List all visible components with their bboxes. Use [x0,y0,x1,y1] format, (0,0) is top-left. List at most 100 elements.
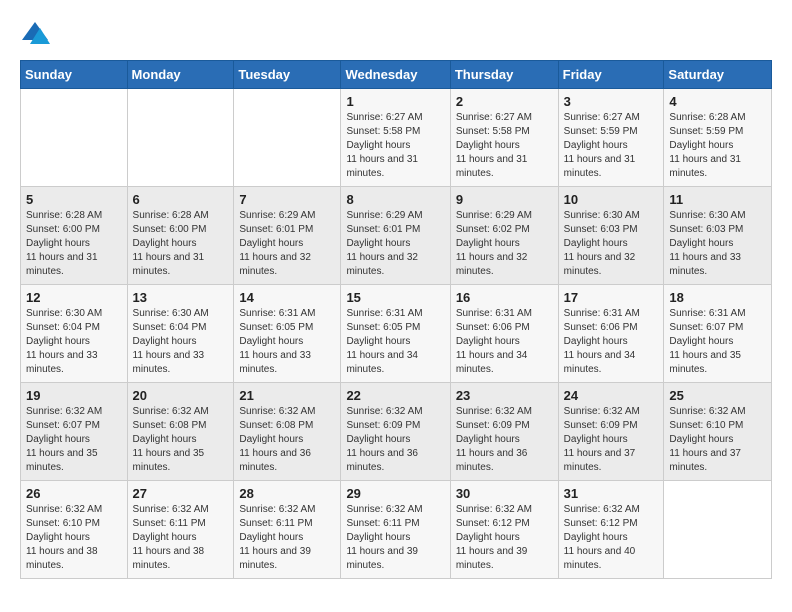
day-info: Sunrise: 6:29 AM Sunset: 6:01 PM Dayligh… [346,209,444,279]
weekday-header-wednesday: Wednesday [341,61,450,89]
day-info: Sunrise: 6:32 AM Sunset: 6:11 PM Dayligh… [239,503,335,573]
day-info: Sunrise: 6:31 AM Sunset: 6:05 PM Dayligh… [346,307,444,377]
calendar-cell: 6 Sunrise: 6:28 AM Sunset: 6:00 PM Dayli… [127,187,234,285]
day-info: Sunrise: 6:32 AM Sunset: 6:08 PM Dayligh… [133,405,229,475]
day-number: 21 [239,388,335,403]
calendar-cell: 7 Sunrise: 6:29 AM Sunset: 6:01 PM Dayli… [234,187,341,285]
week-row-1: 1 Sunrise: 6:27 AM Sunset: 5:58 PM Dayli… [21,89,772,187]
day-number: 16 [456,290,553,305]
calendar-cell: 20 Sunrise: 6:32 AM Sunset: 6:08 PM Dayl… [127,383,234,481]
day-number: 25 [669,388,766,403]
day-info: Sunrise: 6:32 AM Sunset: 6:11 PM Dayligh… [346,503,444,573]
day-info: Sunrise: 6:32 AM Sunset: 6:10 PM Dayligh… [669,405,766,475]
week-row-4: 19 Sunrise: 6:32 AM Sunset: 6:07 PM Dayl… [21,383,772,481]
weekday-header-friday: Friday [558,61,664,89]
calendar-cell: 8 Sunrise: 6:29 AM Sunset: 6:01 PM Dayli… [341,187,450,285]
day-info: Sunrise: 6:30 AM Sunset: 6:03 PM Dayligh… [564,209,659,279]
calendar-cell: 5 Sunrise: 6:28 AM Sunset: 6:00 PM Dayli… [21,187,128,285]
day-number: 19 [26,388,122,403]
day-info: Sunrise: 6:31 AM Sunset: 6:05 PM Dayligh… [239,307,335,377]
day-number: 24 [564,388,659,403]
calendar-cell: 12 Sunrise: 6:30 AM Sunset: 6:04 PM Dayl… [21,285,128,383]
day-number: 2 [456,94,553,109]
calendar-cell [127,89,234,187]
day-number: 22 [346,388,444,403]
day-info: Sunrise: 6:32 AM Sunset: 6:09 PM Dayligh… [456,405,553,475]
day-number: 26 [26,486,122,501]
calendar-cell: 13 Sunrise: 6:30 AM Sunset: 6:04 PM Dayl… [127,285,234,383]
weekday-header-saturday: Saturday [664,61,772,89]
calendar-cell [21,89,128,187]
day-info: Sunrise: 6:32 AM Sunset: 6:07 PM Dayligh… [26,405,122,475]
calendar-cell: 16 Sunrise: 6:31 AM Sunset: 6:06 PM Dayl… [450,285,558,383]
calendar-cell: 19 Sunrise: 6:32 AM Sunset: 6:07 PM Dayl… [21,383,128,481]
calendar-cell: 3 Sunrise: 6:27 AM Sunset: 5:59 PM Dayli… [558,89,664,187]
day-info: Sunrise: 6:31 AM Sunset: 6:06 PM Dayligh… [564,307,659,377]
day-info: Sunrise: 6:30 AM Sunset: 6:03 PM Dayligh… [669,209,766,279]
week-row-5: 26 Sunrise: 6:32 AM Sunset: 6:10 PM Dayl… [21,481,772,579]
calendar-cell: 29 Sunrise: 6:32 AM Sunset: 6:11 PM Dayl… [341,481,450,579]
weekday-header-sunday: Sunday [21,61,128,89]
day-number: 17 [564,290,659,305]
calendar-cell: 25 Sunrise: 6:32 AM Sunset: 6:10 PM Dayl… [664,383,772,481]
day-info: Sunrise: 6:27 AM Sunset: 5:58 PM Dayligh… [456,111,553,181]
calendar-cell: 17 Sunrise: 6:31 AM Sunset: 6:06 PM Dayl… [558,285,664,383]
weekday-header-tuesday: Tuesday [234,61,341,89]
day-number: 11 [669,192,766,207]
day-info: Sunrise: 6:32 AM Sunset: 6:09 PM Dayligh… [564,405,659,475]
page-header [20,20,772,50]
day-info: Sunrise: 6:29 AM Sunset: 6:02 PM Dayligh… [456,209,553,279]
day-number: 9 [456,192,553,207]
day-number: 20 [133,388,229,403]
week-row-3: 12 Sunrise: 6:30 AM Sunset: 6:04 PM Dayl… [21,285,772,383]
weekday-header-thursday: Thursday [450,61,558,89]
calendar-cell: 30 Sunrise: 6:32 AM Sunset: 6:12 PM Dayl… [450,481,558,579]
day-number: 13 [133,290,229,305]
day-info: Sunrise: 6:31 AM Sunset: 6:06 PM Dayligh… [456,307,553,377]
calendar-cell: 9 Sunrise: 6:29 AM Sunset: 6:02 PM Dayli… [450,187,558,285]
day-info: Sunrise: 6:29 AM Sunset: 6:01 PM Dayligh… [239,209,335,279]
day-number: 8 [346,192,444,207]
day-info: Sunrise: 6:30 AM Sunset: 6:04 PM Dayligh… [133,307,229,377]
weekday-header-row: SundayMondayTuesdayWednesdayThursdayFrid… [21,61,772,89]
day-number: 29 [346,486,444,501]
logo-icon [20,20,50,50]
day-info: Sunrise: 6:32 AM Sunset: 6:12 PM Dayligh… [564,503,659,573]
day-number: 12 [26,290,122,305]
calendar-cell: 27 Sunrise: 6:32 AM Sunset: 6:11 PM Dayl… [127,481,234,579]
day-info: Sunrise: 6:31 AM Sunset: 6:07 PM Dayligh… [669,307,766,377]
day-info: Sunrise: 6:32 AM Sunset: 6:12 PM Dayligh… [456,503,553,573]
day-number: 6 [133,192,229,207]
day-info: Sunrise: 6:32 AM Sunset: 6:11 PM Dayligh… [133,503,229,573]
day-number: 10 [564,192,659,207]
week-row-2: 5 Sunrise: 6:28 AM Sunset: 6:00 PM Dayli… [21,187,772,285]
day-number: 7 [239,192,335,207]
calendar-cell: 11 Sunrise: 6:30 AM Sunset: 6:03 PM Dayl… [664,187,772,285]
day-number: 30 [456,486,553,501]
day-number: 18 [669,290,766,305]
logo [20,20,54,50]
day-info: Sunrise: 6:32 AM Sunset: 6:08 PM Dayligh… [239,405,335,475]
calendar-cell: 23 Sunrise: 6:32 AM Sunset: 6:09 PM Dayl… [450,383,558,481]
day-number: 3 [564,94,659,109]
calendar-cell: 15 Sunrise: 6:31 AM Sunset: 6:05 PM Dayl… [341,285,450,383]
calendar-cell: 21 Sunrise: 6:32 AM Sunset: 6:08 PM Dayl… [234,383,341,481]
day-info: Sunrise: 6:28 AM Sunset: 5:59 PM Dayligh… [669,111,766,181]
calendar-cell: 22 Sunrise: 6:32 AM Sunset: 6:09 PM Dayl… [341,383,450,481]
calendar-cell: 4 Sunrise: 6:28 AM Sunset: 5:59 PM Dayli… [664,89,772,187]
weekday-header-monday: Monday [127,61,234,89]
calendar-cell: 18 Sunrise: 6:31 AM Sunset: 6:07 PM Dayl… [664,285,772,383]
calendar-cell: 14 Sunrise: 6:31 AM Sunset: 6:05 PM Dayl… [234,285,341,383]
calendar-cell [234,89,341,187]
day-info: Sunrise: 6:28 AM Sunset: 6:00 PM Dayligh… [133,209,229,279]
calendar-cell: 28 Sunrise: 6:32 AM Sunset: 6:11 PM Dayl… [234,481,341,579]
calendar-cell: 24 Sunrise: 6:32 AM Sunset: 6:09 PM Dayl… [558,383,664,481]
calendar-cell: 31 Sunrise: 6:32 AM Sunset: 6:12 PM Dayl… [558,481,664,579]
day-number: 27 [133,486,229,501]
calendar-cell: 2 Sunrise: 6:27 AM Sunset: 5:58 PM Dayli… [450,89,558,187]
day-number: 23 [456,388,553,403]
day-info: Sunrise: 6:30 AM Sunset: 6:04 PM Dayligh… [26,307,122,377]
day-info: Sunrise: 6:28 AM Sunset: 6:00 PM Dayligh… [26,209,122,279]
calendar-table: SundayMondayTuesdayWednesdayThursdayFrid… [20,60,772,579]
day-number: 28 [239,486,335,501]
